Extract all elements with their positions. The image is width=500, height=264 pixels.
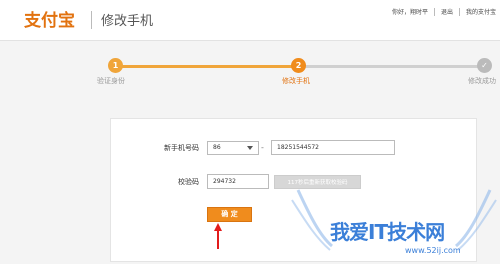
header: 支付宝 修改手机 你好，翔时平 退出 我的支付宝 [0, 0, 500, 41]
code-label: 校验码 [178, 178, 199, 186]
step-1-label: 验证身份 [97, 77, 125, 85]
phone-dash: - [261, 143, 264, 152]
red-arrow-line [217, 229, 219, 249]
phone-label: 新手机号码 [164, 144, 199, 152]
top-nav: 你好，翔时平 退出 我的支付宝 [392, 7, 496, 16]
step-2-label: 修改手机 [282, 77, 310, 85]
chevron-down-icon [247, 146, 253, 150]
country-code-value: 86 [213, 144, 221, 151]
watermark: 我爱IT技术网 www.52ij.com [290, 186, 500, 264]
confirm-button[interactable]: 确 定 [207, 207, 252, 222]
country-code-select[interactable]: 86 [207, 141, 259, 155]
checkmark-icon: ✓ [477, 58, 492, 73]
step-line-pending [304, 65, 480, 68]
logout-link[interactable]: 退出 [441, 7, 453, 16]
nav-divider [433, 7, 435, 16]
watermark-url: www.52ij.com [405, 246, 461, 255]
watermark-title: 我爱IT技术网 [330, 220, 445, 244]
nav-divider [458, 7, 460, 16]
logo-divider [91, 11, 92, 29]
step-line-done [118, 65, 292, 68]
greeting-link[interactable]: 你好，翔时平 [392, 7, 428, 16]
my-alipay-link[interactable]: 我的支付宝 [466, 7, 496, 16]
step-1-icon: 1 [108, 58, 123, 73]
alipay-logo[interactable]: 支付宝 [24, 6, 75, 31]
phone-input[interactable]: 18251544572 [271, 140, 395, 155]
code-input[interactable]: 294732 [207, 174, 269, 189]
page-title: 修改手机 [101, 14, 154, 29]
step-2-icon: 2 [291, 58, 306, 73]
step-3-label: 修改成功 [468, 77, 496, 85]
progress-steps: 1 验证身份 2 修改手机 ✓ 修改成功 [0, 52, 500, 92]
